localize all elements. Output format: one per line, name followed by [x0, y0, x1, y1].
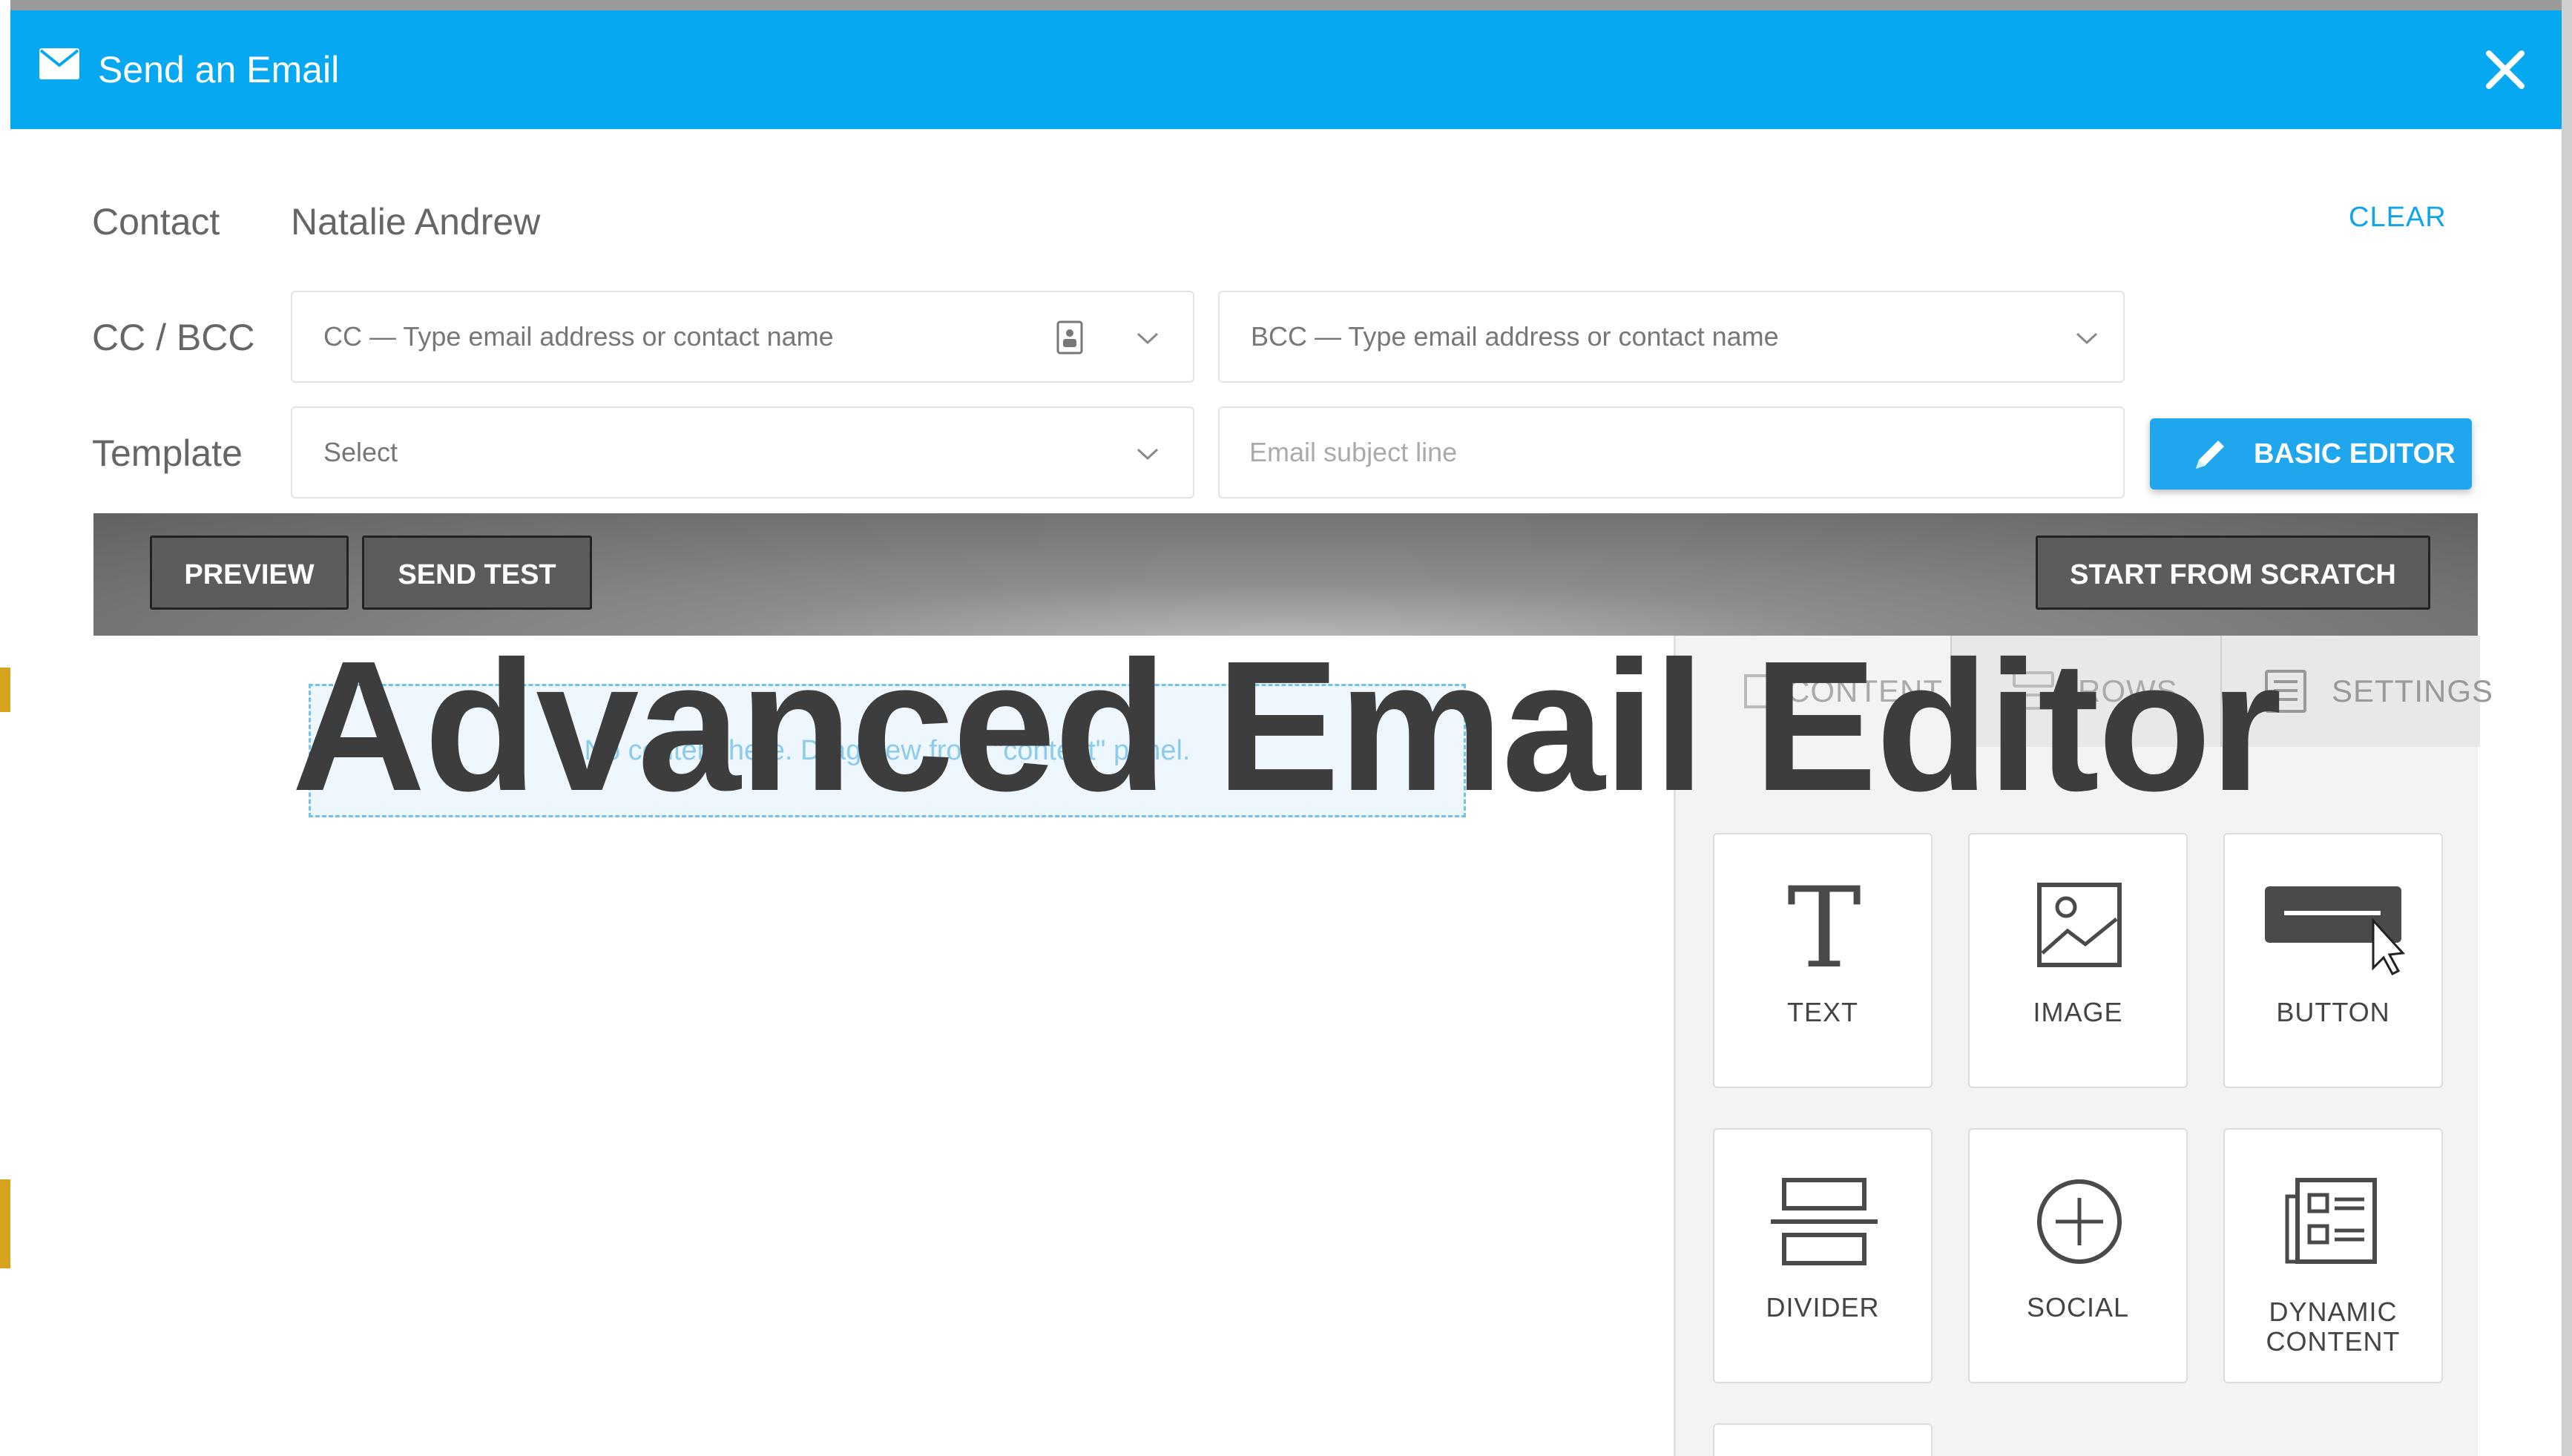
divider-icon — [1771, 1178, 1878, 1265]
contact-book-icon[interactable] — [1056, 320, 1083, 355]
pencil-icon — [2196, 441, 2224, 469]
preview-button[interactable]: PREVIEW — [150, 536, 349, 610]
drop-hint: No content here. Drag new from "content"… — [584, 735, 1191, 766]
start-from-scratch-button[interactable]: START FROM SCRATCH — [2036, 536, 2430, 610]
block-image[interactable]: IMAGE — [1968, 833, 2188, 1088]
block-divider[interactable]: DIVIDER — [1713, 1128, 1933, 1383]
block-text[interactable]: T TEXT — [1713, 833, 1933, 1088]
modal-header: Send an Email — [10, 10, 2562, 129]
block-image-label: IMAGE — [2033, 997, 2123, 1027]
button-icon — [2265, 886, 2406, 975]
close-icon[interactable] — [2481, 46, 2529, 93]
contact-label: Contact — [92, 201, 220, 243]
svg-text:T: T — [1787, 879, 1861, 975]
cc-input[interactable]: CC — Type email address or contact name — [291, 291, 1194, 383]
block-button-label: BUTTON — [2276, 997, 2390, 1027]
block-dynamic-content-label: DYNAMIC CONTENT — [2266, 1297, 2401, 1357]
editor-toolbar: PREVIEW SEND TEST START FROM SCRATCH — [93, 513, 2478, 636]
email-canvas: No content here. Drag new from "content"… — [93, 636, 1674, 1456]
settings-icon — [2265, 670, 2306, 713]
rows-icon — [2013, 671, 2054, 710]
tab-settings[interactable]: SETTINGS — [2220, 636, 2493, 747]
send-email-modal: Send an Email Contact Natalie Andrew CLE… — [10, 10, 2562, 1456]
tab-content[interactable]: CONTENT — [1676, 636, 1950, 747]
template-value: Select — [323, 437, 398, 467]
chevron-down-icon[interactable] — [1135, 331, 1160, 346]
drop-zone[interactable]: No content here. Drag new from "content"… — [309, 684, 1466, 817]
basic-editor-label: BASIC EDITOR — [2254, 438, 2456, 470]
send-test-button[interactable]: SEND TEST — [362, 536, 592, 610]
envelope-icon — [39, 48, 79, 79]
cc-placeholder: CC — Type email address or contact name — [323, 321, 834, 352]
block-divider-label: DIVIDER — [1766, 1292, 1880, 1322]
modal-title: Send an Email — [98, 49, 340, 90]
block-partial[interactable] — [1713, 1423, 1933, 1456]
bcc-input[interactable]: BCC — Type email address or contact name — [1218, 291, 2125, 383]
contact-value: Natalie Andrew — [291, 201, 541, 243]
basic-editor-button[interactable]: BASIC EDITOR — [2150, 418, 2472, 490]
background-right-edge — [2562, 0, 2572, 1456]
tab-settings-label: SETTINGS — [2332, 673, 2494, 708]
template-label: Template — [92, 432, 243, 474]
subject-input[interactable]: Email subject line — [1218, 406, 2125, 498]
tab-rows[interactable]: ROWS — [1950, 636, 2220, 747]
block-text-label: TEXT — [1786, 997, 1858, 1027]
cc-bcc-label: CC / BCC — [92, 317, 255, 358]
social-icon — [2037, 1179, 2122, 1264]
clear-button[interactable]: CLEAR — [2349, 202, 2447, 234]
content-panel: CONTENT ROWS SETTINGS T TEXT IMAGE BUTTO… — [1674, 636, 2493, 1456]
dynamic-content-icon — [2285, 1178, 2377, 1264]
block-social[interactable]: SOCIAL — [1968, 1128, 2188, 1383]
template-select[interactable]: Select — [291, 406, 1194, 498]
block-social-label: SOCIAL — [2026, 1292, 2130, 1322]
image-icon — [2037, 883, 2122, 967]
content-icon — [1744, 674, 1769, 708]
background-accent-strip — [0, 668, 10, 712]
background-accent-strip — [0, 1179, 10, 1268]
chevron-down-icon[interactable] — [1135, 447, 1160, 461]
tab-content-label: CONTENT — [1787, 673, 1943, 708]
bcc-placeholder: BCC — Type email address or contact name — [1251, 321, 1779, 352]
block-button[interactable]: BUTTON — [2223, 833, 2443, 1088]
block-dynamic-content[interactable]: DYNAMIC CONTENT — [2223, 1128, 2443, 1383]
text-icon: T — [1787, 879, 1861, 975]
subject-placeholder: Email subject line — [1249, 437, 1458, 467]
tab-rows-label: ROWS — [2078, 673, 2178, 708]
chevron-down-icon[interactable] — [2074, 331, 2099, 346]
